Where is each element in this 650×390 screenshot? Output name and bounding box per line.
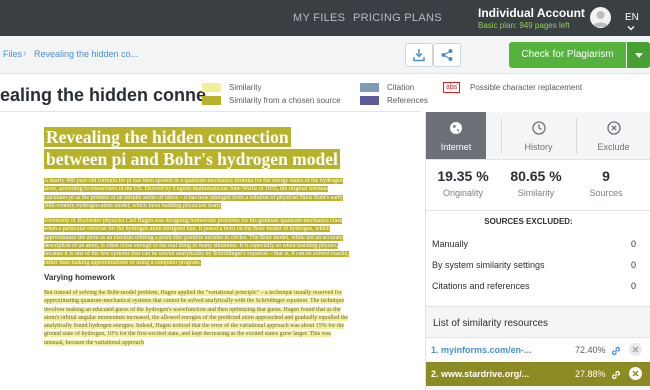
sources-value: 9	[602, 168, 610, 184]
resource-percent: 27.88%	[575, 369, 606, 379]
result-stats: 19.35 % Originality 80.65 % Similarity 9…	[426, 159, 650, 211]
paragraph-3-text: But instead of solving the Bohr-model pr…	[44, 289, 349, 346]
similarity-resource-row-selected[interactable]: 2. www.stardrive.org/... 27.88%	[426, 362, 650, 386]
legend-swatch-similarity	[202, 83, 221, 92]
results-panel: Internet History Exclude 19.35 % Origina…	[425, 112, 650, 390]
legend-swatch-similarity-chosen	[202, 96, 221, 105]
legend-citation-label: Citation	[387, 83, 415, 92]
similarity-resource-row[interactable]: 1. myinforms.com/en-... 72.40%	[426, 337, 650, 361]
language-label: EN	[625, 12, 639, 23]
originality-stat: 19.35 % Originality	[432, 168, 494, 198]
caret-down-icon	[634, 52, 643, 58]
tab-exclude-label: Exclude	[597, 142, 630, 152]
resource-link[interactable]: 1. myinforms.com/en-...	[431, 345, 532, 355]
resource-percent: 72.40%	[575, 345, 606, 355]
excluded-row-count: 0	[630, 260, 636, 270]
tab-separator	[576, 118, 577, 154]
breadcrumb-current-file[interactable]: Revealing the hidden co...	[34, 49, 138, 59]
globe-icon	[449, 121, 463, 137]
check-options-dropdown[interactable]	[627, 42, 650, 68]
legend-abs-tag: abs	[443, 82, 461, 93]
share-icon	[441, 49, 453, 61]
legend-swatch-citation	[360, 83, 379, 92]
link-icon[interactable]	[610, 368, 622, 386]
similarity-value: 80.65 %	[510, 168, 562, 184]
chevron-down-icon	[627, 26, 635, 31]
legend-references-label: References	[387, 96, 428, 105]
legend-char-replacement-label: Possible character replacement	[470, 83, 583, 92]
heading-line-1: Revealing the hidden connection	[44, 127, 291, 147]
tab-separator	[501, 118, 502, 154]
document-body: Revealing the hidden connection between …	[44, 126, 350, 347]
paragraph-3: But instead of solving the Bohr-model pr…	[44, 289, 350, 347]
excluded-row-label: Citations and references	[432, 281, 530, 291]
avatar[interactable]	[590, 7, 611, 28]
top-navigation-bar: MY FILES PRICING PLANS Individual Accoun…	[0, 0, 650, 36]
tab-history[interactable]: History	[511, 112, 566, 159]
sources-stat: 9 Sources	[578, 168, 634, 198]
excluded-row-system-settings[interactable]: By system similarity settings 0	[432, 260, 644, 270]
tab-history-label: History	[524, 142, 553, 152]
excluded-row-count: 0	[630, 239, 636, 249]
paragraph-2-text: University of Rochester physicist Carl H…	[44, 218, 349, 266]
excluded-row-citations[interactable]: Citations and references 0	[432, 281, 644, 291]
nav-pricing-plans[interactable]: PRICING PLANS	[353, 12, 442, 24]
breadcrumb-toolbar: Files › Revealing the hidden co... Check…	[0, 36, 650, 74]
legend-similarity-chosen-label: Similarity from a chosen source	[229, 96, 341, 105]
close-icon	[632, 346, 639, 353]
legend-swatch-references	[360, 96, 379, 105]
similarity-stat: 80.65 % Similarity	[502, 168, 570, 198]
paragraph-2: University of Rochester physicist Carl H…	[44, 217, 350, 267]
heading-line-2: between pi and Bohr's hydrogen model	[44, 149, 340, 169]
check-for-plagiarism-button[interactable]: Check for Plagiarism	[509, 42, 626, 68]
sources-excluded-heading: SOURCES EXCLUDED:	[484, 217, 573, 226]
similarity-label: Similarity	[517, 188, 555, 198]
originality-value: 19.35 %	[437, 168, 489, 184]
document-heading: Revealing the hidden connection between …	[44, 126, 350, 170]
download-icon	[413, 49, 425, 62]
excluded-row-count: 0	[630, 281, 636, 291]
excluded-row-label: By system similarity settings	[432, 260, 545, 270]
originality-label: Originality	[442, 188, 483, 198]
share-button[interactable]	[433, 43, 461, 67]
breadcrumb-separator: ›	[23, 48, 27, 59]
close-icon	[632, 370, 639, 377]
exclude-resource-button[interactable]	[629, 367, 642, 380]
account-name[interactable]: Individual Account	[478, 6, 585, 20]
exclude-resource-button[interactable]	[629, 343, 642, 356]
document-subheading: Varying homework	[44, 272, 116, 282]
document-title: ealing the hidden conne...	[0, 85, 222, 105]
breadcrumb-files[interactable]: Files	[3, 49, 22, 59]
nav-my-files[interactable]: MY FILES	[293, 12, 345, 24]
excluded-row-manually[interactable]: Manually 0	[432, 239, 644, 249]
paragraph-1: A nearly 400 year-old formula for pi has…	[44, 177, 350, 210]
clock-icon	[531, 121, 546, 137]
document-viewer[interactable]: Revealing the hidden connection between …	[0, 112, 420, 390]
similarity-resources-heading: List of similarity resources	[433, 318, 549, 329]
tab-exclude[interactable]: Exclude	[586, 112, 641, 159]
tab-internet[interactable]: Internet	[426, 112, 486, 159]
link-icon[interactable]	[610, 344, 622, 362]
resource-link[interactable]: 2. www.stardrive.org/...	[431, 369, 529, 379]
language-selector[interactable]: EN	[625, 12, 650, 34]
tab-internet-label: Internet	[440, 142, 472, 152]
account-plan-status: Basic plan: 949 pages left	[478, 21, 570, 30]
legend-similarity-label: Similarity	[229, 83, 262, 92]
sources-excluded-section: SOURCES EXCLUDED: Manually 0 By system s…	[426, 211, 650, 307]
cross-circle-icon	[606, 121, 621, 137]
paragraph-1-text: A nearly 400 year-old formula for pi has…	[44, 178, 343, 209]
excluded-row-label: Manually	[432, 239, 469, 249]
user-icon	[592, 11, 609, 27]
sources-label: Sources	[589, 188, 623, 198]
download-report-button[interactable]	[405, 43, 433, 67]
